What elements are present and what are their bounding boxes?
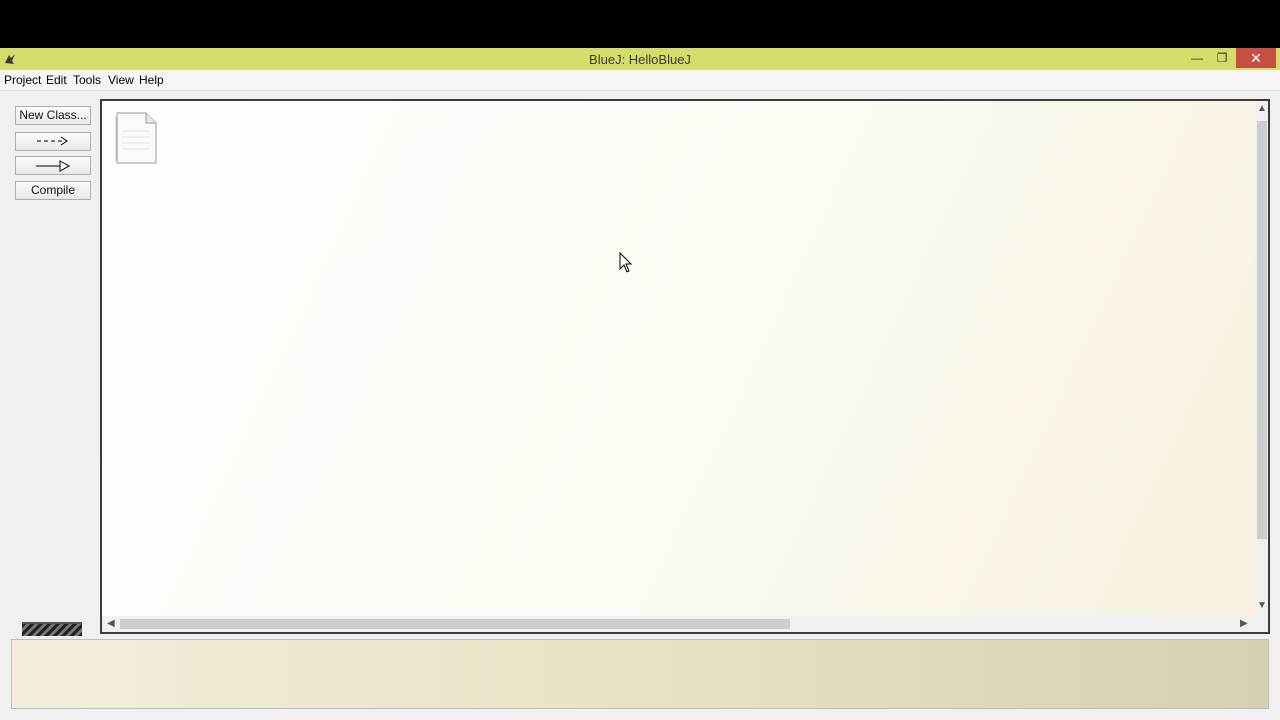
diagram-canvas[interactable] [102,101,1255,616]
activity-indicator [22,622,82,636]
bluej-window: BlueJ: HelloBlueJ — ❐ ✕ Project Edit Too… [0,48,1280,720]
scroll-left-icon[interactable]: ◀ [107,619,115,629]
readme-document-icon[interactable] [114,111,158,165]
scroll-up-icon[interactable]: ▲ [1257,104,1267,114]
solid-arrow-icon [36,160,71,172]
horizontal-scrollbar[interactable]: ◀ ▶ [102,616,1255,632]
menu-view[interactable]: View [108,73,134,87]
mouse-cursor-icon [619,252,633,273]
menu-help[interactable]: Help [139,73,164,87]
vertical-scroll-thumb[interactable] [1257,121,1267,539]
class-diagram-panel: ▲ ▼ ◀ ▶ [100,99,1270,634]
menu-bar: Project Edit Tools View Help [0,70,1280,90]
menu-edit[interactable]: Edit [46,73,67,87]
menu-project[interactable]: Project [4,73,41,87]
minimize-icon[interactable]: — [1184,48,1210,68]
scroll-down-icon[interactable]: ▼ [1257,601,1267,611]
dashed-arrow-icon [37,136,68,146]
horizontal-scroll-thumb[interactable] [120,619,790,629]
new-class-button[interactable]: New Class... [15,106,91,125]
inheritance-arrow-button[interactable] [15,156,91,175]
window-title: BlueJ: HelloBlueJ [589,52,691,67]
menu-separator [0,90,1280,91]
status-area [11,639,1269,709]
compile-button[interactable]: Compile [15,181,91,200]
title-bar: BlueJ: HelloBlueJ — ❐ ✕ [0,48,1280,70]
close-icon[interactable]: ✕ [1236,48,1276,68]
menu-tools[interactable]: Tools [73,73,101,87]
uses-arrow-button[interactable] [15,132,91,151]
scroll-right-icon[interactable]: ▶ [1240,619,1248,629]
scroll-corner [1255,616,1268,632]
vertical-scrollbar[interactable]: ▲ ▼ [1255,101,1268,616]
maximize-icon[interactable]: ❐ [1209,48,1235,68]
